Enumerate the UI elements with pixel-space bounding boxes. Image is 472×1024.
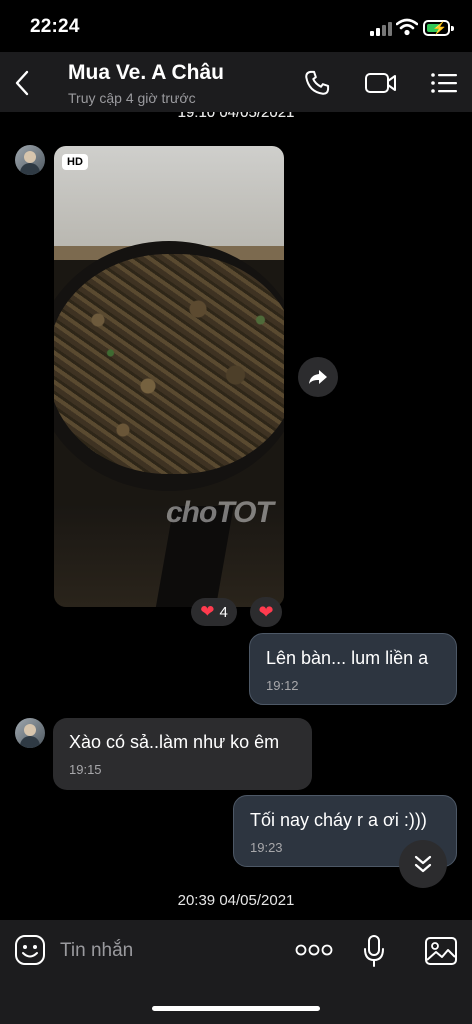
- hd-badge: HD: [62, 154, 88, 170]
- message-input[interactable]: Tin nhắn: [60, 940, 133, 962]
- share-forward-icon: [309, 370, 327, 384]
- share-button[interactable]: [298, 357, 338, 397]
- message-text: Xào có sả..làm như ko êm: [69, 732, 280, 752]
- message-text: Lên bàn... lum liền a: [266, 648, 429, 668]
- image-gallery-icon[interactable]: [424, 936, 458, 966]
- menu-button-top[interactable]: [427, 66, 461, 100]
- heart-icon: ❤: [200, 602, 215, 621]
- composer-bar: Tin nhắn: [0, 920, 472, 1024]
- cellular-signal-icon: [370, 20, 392, 36]
- scroll-to-bottom-button[interactable]: [399, 840, 447, 888]
- message-time: 19:15: [69, 762, 102, 777]
- presence-status-text: Truy cập 4 giờ trước: [68, 90, 196, 106]
- react-button[interactable]: ❤: [250, 597, 282, 627]
- more-dots-icon[interactable]: [295, 944, 333, 956]
- heart-icon: ❤: [258, 601, 274, 622]
- top-timestamp: 19:10 04/05/2021: [177, 112, 295, 121]
- home-indicator: [152, 1006, 320, 1011]
- chevron-double-down-icon: [414, 855, 432, 873]
- watermark: choTOT: [166, 496, 274, 529]
- avatar[interactable]: [15, 145, 45, 175]
- sticker-face-icon[interactable]: [14, 934, 46, 966]
- reaction-count-badge[interactable]: ❤ 4: [191, 598, 237, 626]
- video-call-icon: [365, 73, 396, 93]
- wifi-icon: [396, 18, 418, 36]
- message-bubble-outgoing[interactable]: Lên bàn... lum liền a 19:12: [249, 633, 457, 705]
- status-time: 22:24: [30, 16, 80, 37]
- phone-icon: [305, 70, 330, 95]
- call-button-top[interactable]: [300, 66, 334, 100]
- back-arrow-icon[interactable]: [14, 70, 30, 96]
- battery-icon: ⚡: [423, 20, 454, 36]
- avatar[interactable]: [15, 718, 45, 748]
- photo-message[interactable]: HD choTOT: [54, 146, 284, 607]
- microphone-icon[interactable]: [362, 934, 386, 968]
- message-bubble-incoming[interactable]: Xào có sả..làm như ko êm 19:15: [53, 718, 312, 790]
- message-time: 19:12: [266, 678, 299, 693]
- message-text: Tối nay cháy r a ơi :))): [250, 810, 427, 830]
- reaction-count: 4: [219, 603, 228, 621]
- video-call-button-top[interactable]: [362, 66, 400, 100]
- date-separator: 20:39 04/05/2021: [177, 892, 295, 909]
- contact-name-title[interactable]: Mua Ve. A Châu: [68, 61, 224, 85]
- menu-list-icon: [431, 73, 457, 93]
- top-timestamp-clip: 19:10 04/05/2021: [0, 112, 472, 124]
